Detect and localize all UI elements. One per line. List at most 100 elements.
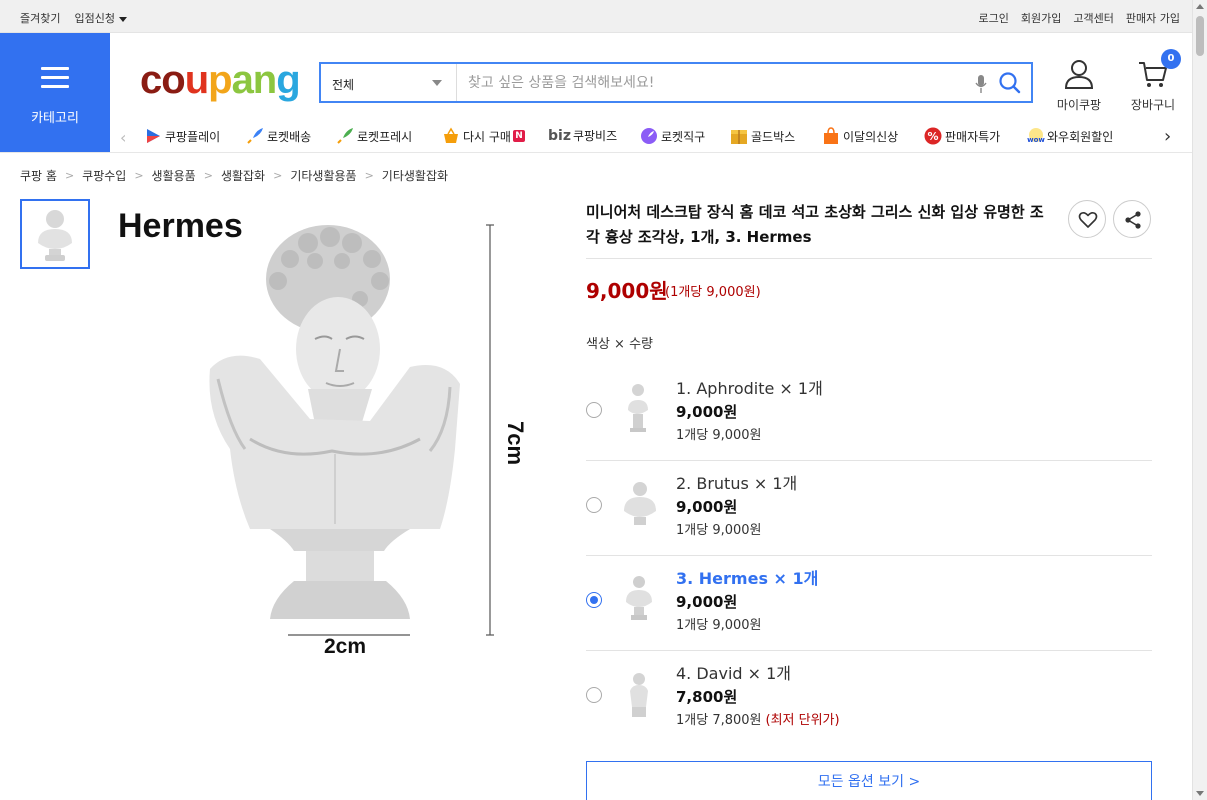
nav-item-wow-discount[interactable]: wow 와우회원할인 — [1026, 127, 1113, 145]
wow-icon: wow — [1026, 127, 1045, 145]
nav-item-label: 골드박스 — [751, 129, 796, 144]
nav-item-label: 판매자특가 — [945, 129, 1001, 144]
breadcrumb-item[interactable]: 쿠팡 홈 — [20, 167, 57, 184]
option-price: 9,000원 — [676, 498, 738, 516]
mycoupang-label: 마이쿠팡 — [1056, 98, 1102, 112]
option-row[interactable]: 2. Brutus × 1개 9,000원 1개당 9,000원 — [586, 461, 1152, 556]
caret-down-icon — [118, 16, 127, 22]
basket-icon — [442, 127, 460, 145]
chevron-right-icon: > — [364, 169, 374, 182]
nav-item-rocket-fresh[interactable]: 로켓프레시 — [336, 127, 412, 145]
product-main-image[interactable]: Hermes 7cm 2cm — [110, 199, 560, 669]
nav-item-label: 로켓프레시 — [357, 129, 413, 144]
nav-item-label: 로켓배송 — [267, 129, 312, 144]
chevron-right-icon[interactable]: › — [1164, 126, 1171, 147]
breadcrumb-item[interactable]: 기타생활용품 — [290, 167, 356, 184]
svg-text:%: % — [927, 130, 938, 143]
category-menu-button[interactable]: 카테고리 — [0, 33, 110, 153]
breadcrumb-item[interactable]: 쿠팡수입 — [82, 167, 126, 184]
option-thumbnail — [612, 566, 662, 626]
scroll-up-icon[interactable] — [1196, 4, 1204, 9]
new-bag-icon — [822, 127, 840, 145]
nav-item-label: 로켓직구 — [661, 129, 706, 144]
nav-item-seller-deals[interactable]: % 판매자특가 — [924, 127, 1000, 145]
chevron-right-icon: > — [134, 169, 144, 182]
option-radio[interactable] — [586, 402, 602, 418]
nav-item-new-arrivals[interactable]: 이달의신상 — [822, 127, 898, 145]
height-dimension-label: 7cm — [503, 421, 528, 465]
option-row[interactable]: 3. Hermes × 1개 9,000원 1개당 9,000원 — [586, 556, 1152, 651]
microphone-icon[interactable] — [975, 74, 987, 94]
option-radio-selected[interactable] — [586, 592, 602, 608]
option-radio[interactable] — [586, 687, 602, 703]
share-button[interactable] — [1113, 200, 1151, 238]
option-unit-price: 1개당 7,800원 (최저 단위가) — [676, 713, 840, 728]
mycoupang-button[interactable]: 마이쿠팡 — [1047, 58, 1111, 113]
nav-item-rebuy[interactable]: 다시 구매 N — [442, 127, 525, 145]
option-row[interactable]: 1. Aphrodite × 1개 9,000원 1개당 9,000원 — [586, 366, 1152, 461]
option-unit-price: 1개당 9,000원 — [676, 523, 762, 538]
cart-count-badge: 0 — [1161, 49, 1181, 69]
vertical-scrollbar[interactable] — [1192, 0, 1207, 800]
breadcrumb-item[interactable]: 기타생활잡화 — [382, 167, 448, 184]
share-icon — [1125, 211, 1141, 229]
option-name: 4. David × 1개 — [676, 664, 792, 683]
view-all-options-button[interactable]: 모든 옵션 보기 > — [586, 761, 1152, 800]
search-input[interactable] — [458, 64, 958, 101]
option-price: 7,800원 — [676, 688, 738, 706]
sale-price: 9,000원 — [586, 279, 668, 303]
rocket-global-icon — [640, 127, 658, 145]
chevron-right-icon: > — [64, 169, 75, 182]
product-thumbnail[interactable] — [20, 199, 90, 269]
nav-item-coupang-biz[interactable]: biz 쿠팡비즈 — [548, 127, 617, 144]
width-dimension-label: 2cm — [324, 635, 366, 658]
title-divider — [586, 258, 1152, 259]
scroll-down-icon[interactable] — [1196, 791, 1204, 796]
signup-link[interactable]: 회원가입 — [1021, 10, 1061, 26]
service-nav: ‹ 쿠팡플레이 로켓배송 로켓프레시 다시 구매 N biz 쿠팡비즈 로켓직구 골… — [110, 120, 1192, 152]
scroll-thumb[interactable] — [1196, 16, 1204, 56]
user-icon — [1064, 60, 1094, 89]
seller-signup-link[interactable]: 판매자 가입 — [1126, 10, 1180, 26]
search-category-value: 전체 — [332, 78, 355, 92]
nav-item-label: 이달의신상 — [843, 129, 899, 144]
option-radio[interactable] — [586, 497, 602, 513]
svg-text:wow: wow — [1027, 136, 1045, 144]
rocket-fresh-icon — [336, 127, 354, 145]
search-icon[interactable] — [997, 70, 1023, 96]
bust-thumbnail-image — [22, 201, 88, 267]
option-name-selected: 3. Hermes × 1개 — [676, 569, 819, 588]
nav-item-label: 쿠팡플레이 — [165, 129, 221, 144]
option-price: 9,000원 — [676, 593, 738, 611]
option-name: 1. Aphrodite × 1개 — [676, 379, 823, 398]
option-thumbnail — [612, 471, 662, 531]
hamburger-icon — [41, 67, 69, 94]
customer-center-link[interactable]: 고객센터 — [1073, 10, 1113, 26]
seller-apply-label: 입점신청 — [74, 12, 115, 25]
nav-item-goldbox[interactable]: 골드박스 — [730, 127, 795, 145]
option-unit-price: 1개당 9,000원 — [676, 618, 762, 633]
nav-item-rocket-delivery[interactable]: 로켓배송 — [246, 127, 311, 145]
nav-item-rocket-global[interactable]: 로켓직구 — [640, 127, 705, 145]
breadcrumb-item[interactable]: 생활잡화 — [221, 167, 265, 184]
nav-item-label: 와우회원할인 — [1047, 129, 1114, 144]
breadcrumb-item[interactable]: 생활용품 — [152, 167, 196, 184]
nav-item-coupang-play[interactable]: 쿠팡플레이 — [144, 127, 220, 145]
login-link[interactable]: 로그인 — [979, 10, 1009, 26]
search-bar: 전체 — [319, 62, 1033, 103]
bookmark-link[interactable]: 즐겨찾기 — [20, 10, 60, 26]
option-thumbnail — [612, 661, 662, 721]
seller-apply-link[interactable]: 입점신청 — [74, 10, 127, 26]
goldbox-icon — [730, 127, 748, 145]
nav-item-label: 다시 구매 — [463, 129, 511, 144]
dropdown-arrow-icon — [432, 80, 442, 86]
wishlist-button[interactable] — [1068, 200, 1106, 238]
chevron-left-icon[interactable]: ‹ — [120, 128, 126, 147]
option-header: 색상 × 수량 — [586, 337, 653, 352]
biz-icon: biz — [548, 127, 571, 144]
option-row[interactable]: 4. David × 1개 7,800원 1개당 7,800원 (최저 단위가) — [586, 651, 1152, 746]
product-title: 미니어처 데스크탑 장식 홈 데코 석고 초상화 그리스 신화 입상 유명한 조… — [586, 203, 1044, 246]
search-category-select[interactable]: 전체 — [321, 64, 457, 101]
coupang-logo[interactable]: coupang — [140, 56, 301, 104]
unit-price: (1개당 9,000원) — [665, 285, 761, 300]
